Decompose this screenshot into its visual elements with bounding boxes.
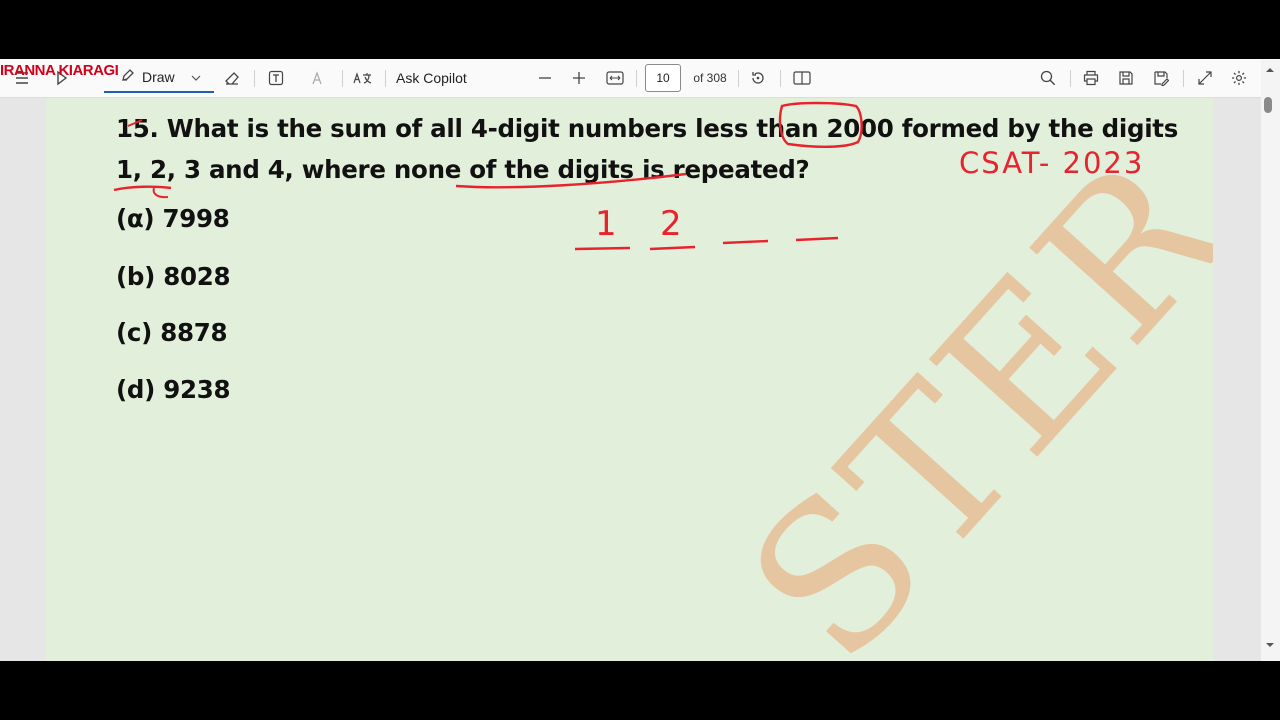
toolbar-divider: [780, 70, 781, 87]
toolbar-divider: [342, 70, 343, 87]
vertical-scrollbar[interactable]: [1261, 60, 1280, 661]
text-box-icon[interactable]: [266, 59, 286, 97]
strike-number: [127, 119, 143, 127]
letterbox-bottom: [0, 661, 1280, 720]
pen-icon: [120, 67, 134, 88]
text-format-icon[interactable]: [310, 59, 330, 97]
blank-1: [574, 246, 631, 251]
pen-annotations: [113, 101, 863, 251]
fit-width-icon[interactable]: [604, 59, 626, 97]
draw-label: Draw: [142, 69, 175, 85]
chevron-down-icon[interactable]: [191, 68, 201, 86]
toolbar-divider: [636, 70, 637, 87]
scroll-up-icon[interactable]: [1265, 67, 1275, 73]
save-as-icon[interactable]: [1151, 59, 1171, 97]
blank-3: [722, 239, 769, 245]
zoom-in-icon[interactable]: [570, 59, 588, 97]
toolbar-divider: [738, 70, 739, 87]
scroll-down-icon[interactable]: [1265, 642, 1275, 648]
rotate-icon[interactable]: [748, 59, 768, 97]
translate-icon[interactable]: [352, 59, 374, 97]
underline-digits: [113, 185, 172, 192]
underline-tick: [152, 187, 169, 199]
scroll-thumb[interactable]: [1264, 97, 1272, 113]
toolbar-divider: [1070, 70, 1071, 87]
toolbar-divider: [1183, 70, 1184, 87]
letterbox-top: [0, 0, 1280, 59]
page-view-icon[interactable]: [792, 59, 812, 97]
save-icon[interactable]: [1116, 59, 1136, 97]
ask-copilot-button[interactable]: Ask Copilot: [396, 59, 476, 97]
circle-annotation: [778, 101, 863, 148]
zoom-out-icon[interactable]: [536, 59, 554, 97]
pdf-toolbar: Draw Ask Copilot 10 of 308: [0, 59, 1280, 98]
page-total: of 308: [693, 71, 727, 85]
blank-4: [795, 236, 839, 242]
page-number-input[interactable]: 10: [645, 64, 681, 92]
toolbar-divider: [385, 70, 386, 87]
underline-repeated: [455, 172, 687, 189]
eraser-icon[interactable]: [222, 59, 242, 97]
search-icon[interactable]: [1038, 59, 1058, 97]
expand-icon[interactable]: [1195, 59, 1215, 97]
toolbar-divider: [254, 70, 255, 87]
pdf-page: STER 15. What is the sum of all 4-digit …: [46, 98, 1213, 661]
blank-2: [649, 245, 696, 251]
gear-icon[interactable]: [1229, 59, 1249, 97]
channel-name-overlay: IRANNA KIARAGI: [0, 62, 119, 79]
print-icon[interactable]: [1081, 59, 1101, 97]
draw-button[interactable]: Draw: [104, 63, 214, 93]
